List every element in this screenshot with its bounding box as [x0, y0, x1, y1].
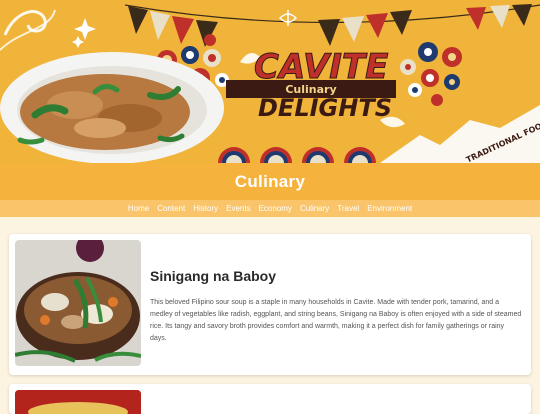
dish-card: Sinigang na Baboy This beloved Filipino …	[9, 234, 531, 375]
banner-illustration: CAVITE Culinary DELIGHTS TRADITIONAL FOO…	[0, 4, 540, 163]
scallop-border	[218, 147, 376, 163]
food-plate-image	[0, 52, 224, 163]
nav-environment[interactable]: Environment	[367, 204, 412, 213]
svg-text:DELIGHTS: DELIGHTS	[258, 94, 392, 122]
dish-description: This beloved Filipino sour soup is a sta…	[150, 299, 522, 342]
sinigang-photo	[15, 240, 141, 366]
page-title: Culinary	[234, 171, 306, 191]
nav-culinary[interactable]: Culinary	[300, 204, 329, 213]
nav-history[interactable]: History	[193, 204, 218, 213]
page-title-bar: Culinary	[0, 163, 540, 200]
nav-events[interactable]: Events	[226, 204, 250, 213]
next-dish-photo	[15, 390, 141, 414]
nav-economy[interactable]: Economy	[259, 204, 292, 213]
dish-card-next	[9, 384, 531, 414]
hero-banner: CAVITE Culinary DELIGHTS TRADITIONAL FOO…	[0, 0, 540, 163]
nav-travel[interactable]: Travel	[337, 204, 359, 213]
main-nav: Home Content History Events Economy Culi…	[0, 200, 540, 217]
flower-ornament-right	[400, 42, 462, 106]
nav-content[interactable]: Content	[157, 204, 185, 213]
nav-home[interactable]: Home	[128, 204, 149, 213]
dish-title: Sinigang na Baboy	[150, 268, 277, 284]
